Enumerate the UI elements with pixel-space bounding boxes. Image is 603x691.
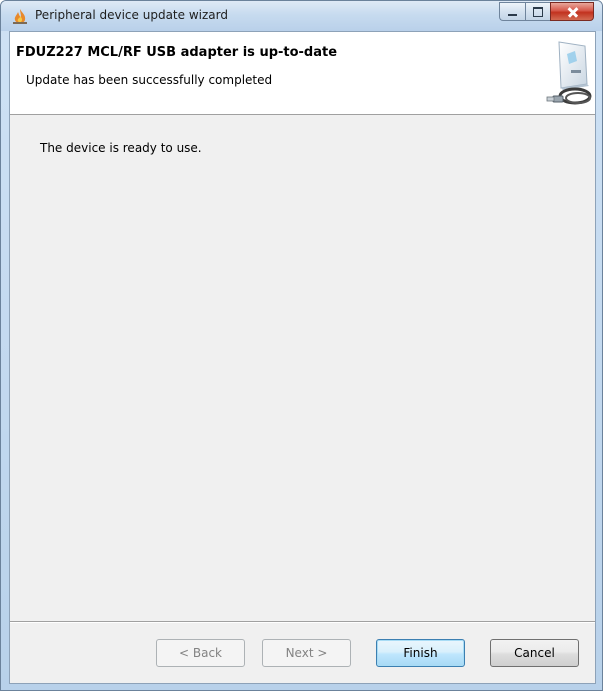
close-button[interactable] <box>550 2 594 21</box>
usb-adapter-device-icon <box>546 41 592 105</box>
next-button[interactable]: Next > <box>262 639 351 667</box>
maximize-button[interactable] <box>525 2 550 21</box>
wizard-content: The device is ready to use. <box>10 115 595 615</box>
finish-button[interactable]: Finish <box>376 639 465 667</box>
page-title: FDUZ227 MCL/RF USB adapter is up-to-date <box>16 45 338 60</box>
wizard-header: FDUZ227 MCL/RF USB adapter is up-to-date… <box>10 32 595 115</box>
cancel-button[interactable]: Cancel <box>490 639 579 667</box>
minimize-button[interactable] <box>499 2 525 21</box>
wizard-flame-icon <box>13 9 27 24</box>
status-message: The device is ready to use. <box>40 141 202 155</box>
title-bar[interactable]: Peripheral device update wizard <box>1 1 602 31</box>
wizard-client-area: FDUZ227 MCL/RF USB adapter is up-to-date… <box>9 31 596 684</box>
window-title: Peripheral device update wizard <box>35 8 228 22</box>
wizard-window: Peripheral device update wizard FDUZ227 … <box>0 0 603 691</box>
button-separator <box>10 621 595 623</box>
back-button[interactable]: < Back <box>156 639 245 667</box>
caption-buttons <box>499 2 594 22</box>
page-subtitle: Update has been successfully completed <box>26 73 273 87</box>
